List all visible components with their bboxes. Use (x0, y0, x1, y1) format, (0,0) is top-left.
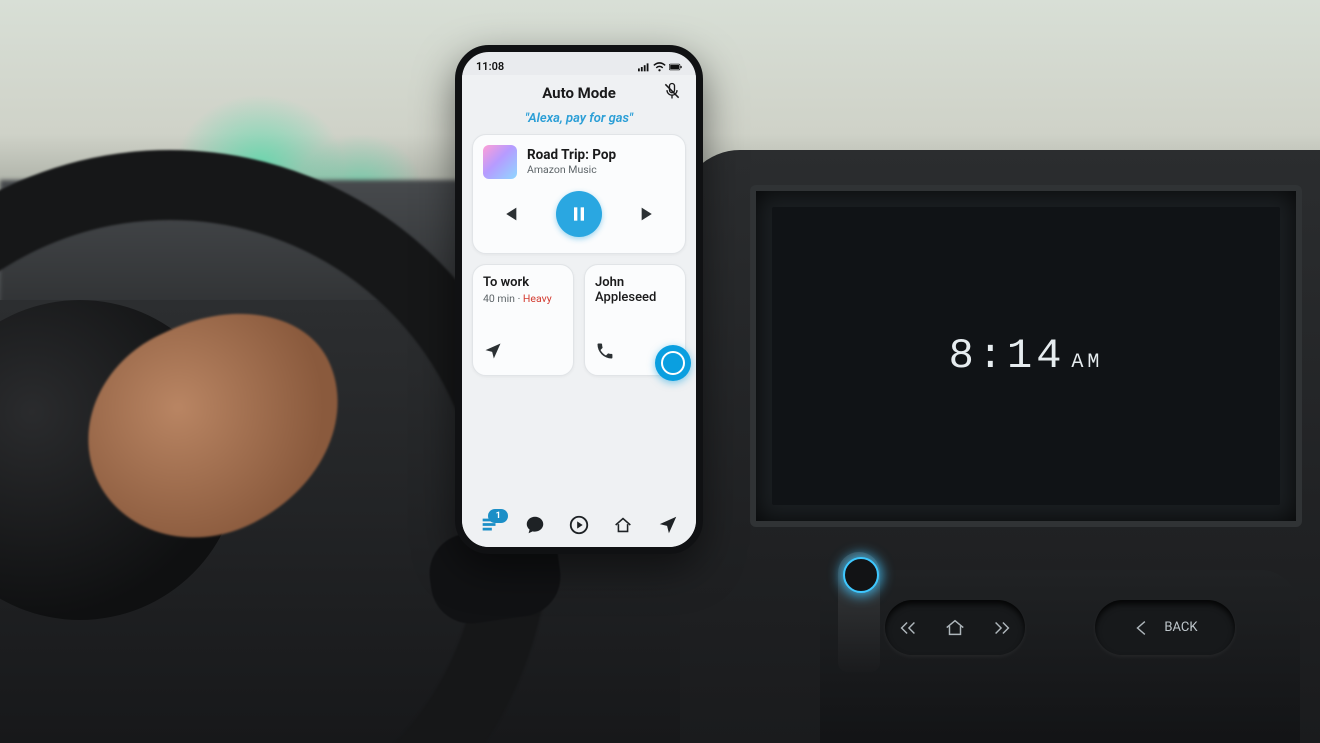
console-back-label: BACK (1164, 620, 1197, 635)
app-title: Auto Mode (542, 84, 616, 102)
console-controls: BACK (820, 570, 1300, 743)
phone-icon (595, 341, 615, 365)
now-playing-title: Road Trip: Pop (527, 148, 616, 164)
alexa-button[interactable] (655, 345, 691, 381)
tab-navigate[interactable] (653, 512, 683, 538)
nav-traffic: Heavy (523, 292, 552, 305)
nav-card-title: To work (483, 275, 563, 290)
wifi-icon (653, 62, 666, 72)
navigate-to-work-card[interactable]: To work 40 min · Heavy (472, 264, 574, 376)
phone: 11:08 Auto Mode "Alexa, pay for gas" (455, 45, 703, 554)
echo-auto-device[interactable] (838, 552, 880, 672)
console-back-button[interactable]: BACK (1095, 600, 1235, 655)
cellular-icon (638, 62, 651, 72)
echo-auto-light-ring (843, 557, 879, 593)
scene: 8:14AM BACK 11:08 (0, 0, 1320, 743)
status-bar: 11:08 (462, 52, 696, 75)
infotainment-display: 8:14AM (750, 185, 1302, 527)
previous-button[interactable] (496, 201, 522, 227)
tab-communicate[interactable] (520, 512, 550, 538)
mic-muted-icon[interactable] (662, 81, 682, 105)
now-playing-card[interactable]: Road Trip: Pop Amazon Music (472, 134, 686, 254)
clock-period: AM (1071, 351, 1103, 374)
tab-home-badge: 1 (488, 509, 508, 523)
transport-controls (483, 179, 675, 243)
console-seek-button[interactable] (885, 600, 1025, 655)
next-button[interactable] (636, 201, 662, 227)
alexa-ring-icon (661, 351, 685, 375)
now-playing-subtitle: Amazon Music (527, 163, 616, 176)
status-icons (638, 60, 682, 73)
status-time: 11:08 (476, 60, 504, 73)
nav-eta: 40 min (483, 292, 515, 305)
tab-devices[interactable] (608, 512, 638, 538)
voice-hint: "Alexa, pay for gas" (462, 107, 696, 134)
navigation-arrow-icon (483, 341, 503, 365)
app-header: Auto Mode (462, 75, 696, 107)
battery-icon (669, 62, 682, 72)
alexa-auto-mode-app: Auto Mode "Alexa, pay for gas" Road Trip… (462, 75, 696, 550)
infotainment-screen[interactable]: 8:14AM (772, 207, 1280, 505)
tab-home[interactable]: 1 (475, 512, 505, 538)
call-card-line1: John (595, 275, 675, 290)
album-art (483, 145, 517, 179)
infotainment-clock: 8:14AM (949, 332, 1104, 380)
call-card-line2: Appleseed (595, 290, 675, 305)
shortcut-row: To work 40 min · Heavy John Appleseed (472, 264, 686, 376)
bottom-tab-bar: 1 (462, 502, 696, 550)
play-pause-button[interactable] (556, 191, 602, 237)
call-contact-card[interactable]: John Appleseed (584, 264, 686, 376)
clock-time: 8:14 (949, 332, 1066, 380)
nav-card-subtitle: 40 min · Heavy (483, 292, 563, 305)
tab-play[interactable] (564, 512, 594, 538)
